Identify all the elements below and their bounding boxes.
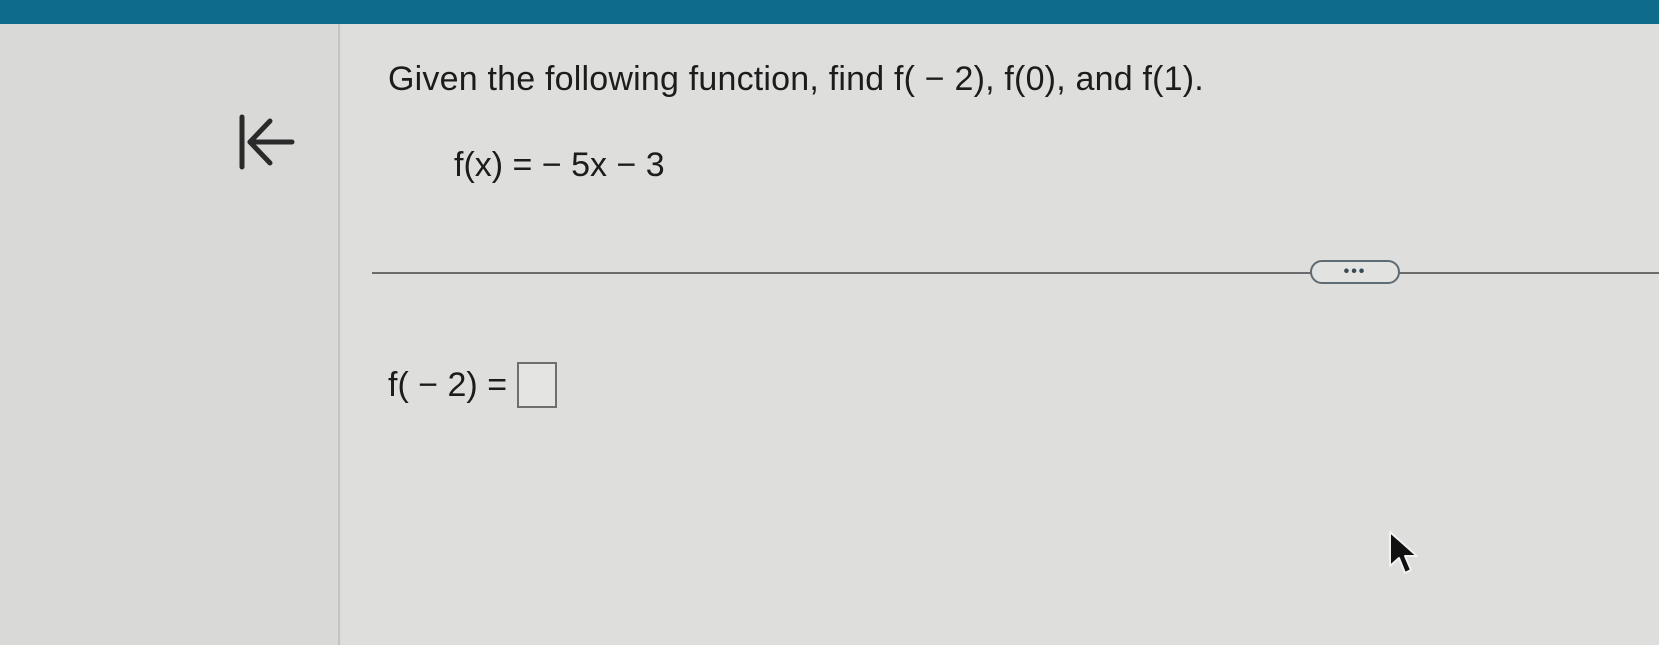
left-panel (0, 24, 340, 645)
skip-to-first-icon (239, 114, 295, 170)
answer-row: f( − 2) = (388, 362, 558, 408)
question-prompt: Given the following function, find f( − … (388, 60, 1204, 98)
back-to-start-button[interactable] (236, 109, 306, 179)
top-bar (0, 0, 1659, 24)
more-options-button[interactable]: ••• (1310, 260, 1400, 284)
function-definition: f(x) = − 5x − 3 (454, 146, 665, 184)
mouse-pointer-icon (1389, 531, 1418, 574)
answer-input-box[interactable] (517, 362, 558, 408)
question-panel: Given the following function, find f( − … (342, 24, 1659, 645)
answer-label: f( − 2) = (388, 365, 508, 404)
section-divider (372, 272, 1659, 274)
